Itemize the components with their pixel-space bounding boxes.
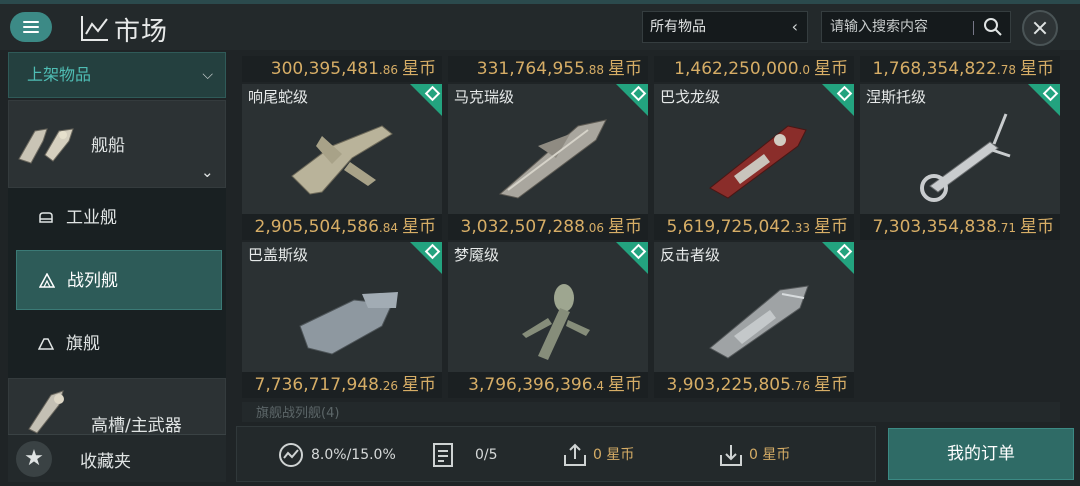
ship-image [498, 119, 607, 199]
ship-image [299, 292, 398, 355]
star-icon: ★ [16, 441, 52, 477]
tradeable-badge [1028, 84, 1060, 116]
sell-amount-value: 0 星币 [593, 447, 635, 463]
section-label: 旗舰战列舰(4) [256, 406, 340, 421]
item-name: 梦魇级 [454, 246, 500, 264]
item-card-nightmare[interactable]: 梦魇级 [448, 242, 648, 372]
tradeable-badge [822, 84, 854, 116]
chevron-down-icon: ⌄ [201, 163, 214, 181]
item-name: 反击者级 [660, 246, 721, 264]
sidebar-item-industrial[interactable]: 工业舰 [16, 188, 222, 248]
capital-ship-icon [38, 338, 54, 350]
price-label: 7,303,354,838.71 星币 [860, 214, 1060, 240]
menu-button[interactable] [10, 12, 52, 42]
buy-amount-value: 0 星币 [749, 447, 791, 463]
market-chart-icon [81, 16, 108, 41]
item-name: 巴盖斯级 [248, 246, 309, 264]
tradeable-badge [410, 84, 442, 116]
listed-items-dropdown[interactable]: 上架物品 ⌵ [8, 52, 226, 98]
search-separator [973, 21, 974, 35]
clipboard-icon [433, 443, 453, 467]
chevron-down-icon: ⌵ [202, 67, 213, 83]
sidebar-item-capital[interactable]: 旗舰 [16, 314, 222, 374]
page-title: 市场 [114, 17, 169, 47]
ship-image [709, 125, 807, 199]
ship-image [522, 284, 590, 360]
battleship-icon [39, 273, 55, 288]
bottom-status-bar: 8.0%/15.0% 0/5 0 星币 0 星币 [236, 426, 876, 482]
ship-subcategory-list: 工业舰 战列舰 旗舰 [8, 188, 226, 378]
item-card-vindictor[interactable]: 反击者级 [654, 242, 854, 372]
ship-image [709, 285, 809, 359]
price-label: 331,764,955.88 星币 [448, 56, 648, 82]
item-name: 涅斯托级 [866, 88, 927, 106]
price-label: 300,395,481.86 星币 [242, 56, 442, 82]
sidebar-item-label: 工业舰 [66, 208, 117, 228]
close-icon[interactable] [1022, 10, 1058, 46]
search-icon[interactable] [980, 15, 1006, 39]
sidebar-item-label: 旗舰 [66, 334, 100, 354]
item-card-rattlesnake[interactable]: 响尾蛇级 [242, 84, 442, 214]
tradeable-badge [616, 242, 648, 274]
hamburger-icon [23, 21, 39, 33]
sidebar-item-battleship[interactable]: 战列舰 [16, 250, 222, 310]
sell-upload-icon [564, 443, 586, 466]
search-input[interactable] [822, 12, 972, 42]
item-grid: 300,395,481.86 星币 331,764,955.88 星币 1,462,… [236, 52, 1070, 422]
category-ships-label: 舰船 [91, 136, 125, 156]
header-bar: 市场 所有物品 ‹ [0, 4, 1080, 50]
sidebar-item-label: 战列舰 [67, 271, 118, 291]
ship-image [920, 113, 1011, 202]
tax-chart-icon [279, 443, 303, 467]
price-label: 3,903,225,805.76 星币 [654, 372, 854, 398]
ship-category-icon [18, 128, 74, 164]
category-high-slot-weapons[interactable]: 高槽/主武器 [8, 378, 226, 440]
weapon-category-icon [28, 390, 64, 434]
price-label: 3,796,396,396.4 星币 [448, 372, 648, 398]
listed-items-label: 上架物品 [27, 65, 92, 84]
buy-amount-stat: 0 星币 [717, 441, 827, 469]
order-count-stat: 0/5 [431, 441, 511, 469]
ship-image [291, 125, 393, 195]
tax-rate-value: 8.0%/15.0% [311, 447, 396, 463]
item-card-vindicator[interactable]: 巴戈龙级 [654, 84, 854, 214]
item-name: 巴戈龙级 [660, 88, 721, 106]
price-label: 2,905,504,586.84 星币 [242, 214, 442, 240]
price-label: 1,462,250,000.0 星币 [654, 56, 854, 82]
item-card-barghest[interactable]: 巴盖斯级 [242, 242, 442, 372]
sell-amount-stat: 0 星币 [561, 441, 671, 469]
filter-value: 所有物品 [650, 19, 706, 35]
price-label: 3,032,507,288.06 星币 [448, 214, 648, 240]
tradeable-badge [410, 242, 442, 274]
tradeable-badge [822, 242, 854, 274]
price-label: 7,736,717,948.26 星币 [242, 372, 442, 398]
price-label: 1,768,354,822.78 星币 [860, 56, 1060, 82]
item-filter-select[interactable]: 所有物品 ‹ [642, 11, 808, 43]
buy-download-icon [720, 445, 742, 466]
item-card-nestor[interactable]: 涅斯托级 [860, 84, 1060, 214]
chevron-left-icon: ‹ [791, 17, 798, 36]
industrial-icon [39, 212, 53, 223]
tax-rate-stat[interactable]: 8.0%/15.0% [277, 441, 407, 469]
tradeable-badge [616, 84, 648, 116]
category-ships[interactable]: 舰船 ⌄ [8, 100, 226, 188]
item-name: 响尾蛇级 [248, 88, 309, 106]
item-name: 马克瑞级 [454, 88, 515, 106]
search-box [821, 11, 1011, 43]
sidebar: 上架物品 ⌵ 舰船 ⌄ 工业舰 战列舰 旗舰 高槽/主武器 ★ 收藏夹 [8, 52, 228, 486]
capital-battleship-section-header[interactable]: 旗舰战列舰(4) [242, 402, 1060, 422]
favorites-label: 收藏夹 [80, 452, 131, 472]
price-label: 5,619,725,042.33 星币 [654, 214, 854, 240]
item-card-machariel[interactable]: 马克瑞级 [448, 84, 648, 214]
order-count-value: 0/5 [475, 447, 498, 463]
favorites-button[interactable]: ★ 收藏夹 [8, 434, 226, 482]
category-weapons-label: 高槽/主武器 [91, 416, 182, 436]
my-orders-button[interactable]: 我的订单 [888, 428, 1074, 480]
